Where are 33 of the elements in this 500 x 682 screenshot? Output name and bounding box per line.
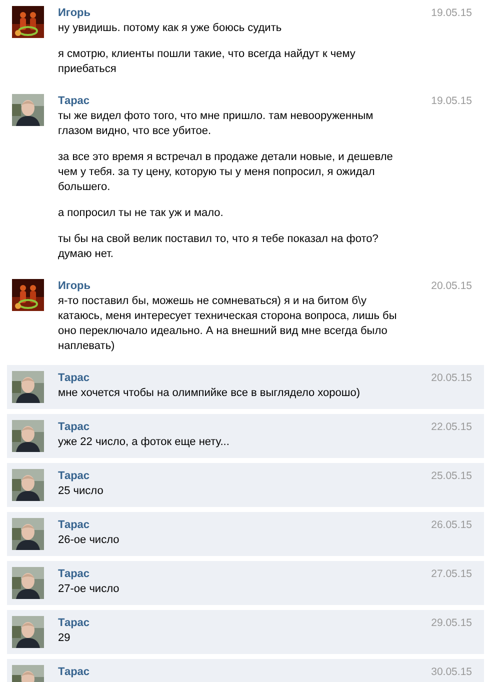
message-date: 26.05.15: [431, 518, 472, 533]
message-date: 20.05.15: [431, 279, 472, 294]
message-text: 27-ое число: [58, 582, 120, 597]
message-text: ну увидишь. потому как я уже боюсь судить: [58, 21, 283, 36]
author-name[interactable]: Тарас: [58, 469, 90, 484]
message-text: а попросил ты не так уж и мало.: [58, 206, 224, 221]
author-name[interactable]: Тарас: [58, 420, 90, 435]
message-date: 27.05.15: [431, 567, 472, 582]
message-date: 19.05.15: [431, 6, 472, 21]
message-date: 25.05.15: [431, 469, 472, 484]
author-name[interactable]: Тарас: [58, 616, 90, 631]
author-name[interactable]: Тарас: [58, 518, 90, 533]
message-text: 26-ое число: [58, 533, 120, 548]
message-text: 25 число: [58, 484, 104, 499]
message-text: я-то поставил бы, можешь не сомневаться) я и на битом б\у катаюсь, меня интересует техническая сторона вопроса, лишь бы оно переключало идеально. А на внешний вид мне всегда было наплевать): [58, 294, 398, 354]
message-text: за все это время я встречал в продаже детали новые, и дешевле чем у тебя. за ту цену, которую ты у меня попросил, я ожидал большего.: [58, 150, 394, 195]
message-date: 22.05.15: [431, 420, 472, 435]
message-date: 20.05.15: [431, 371, 472, 386]
message-text: ты же видел фото того, что мне пришло. там невооруженным глазом видно, что все убитое.: [58, 109, 374, 139]
message-text: мне хочется чтобы на олимпийке все в выглядело хорошо): [58, 386, 362, 401]
author-name[interactable]: Игорь: [58, 279, 91, 294]
message-text: ты бы на свой велик поставил то, что я тебе показал на фото? думаю нет.: [58, 232, 380, 262]
message-date: 19.05.15: [431, 94, 472, 109]
author-name[interactable]: Тарас: [58, 94, 90, 109]
message-text: уже 22 число, а фоток еще нету...: [58, 435, 230, 450]
author-name[interactable]: Тарас: [58, 371, 90, 386]
message-text: 29: [58, 631, 72, 646]
message-date: 30.05.15: [431, 665, 472, 680]
author-name[interactable]: Тарас: [58, 567, 90, 582]
message-text: я смотрю, клиенты пошли такие, что всегда найдут к чему приебаться: [58, 47, 356, 77]
message-date: 29.05.15: [431, 616, 472, 631]
author-name[interactable]: Тарас: [58, 665, 90, 680]
author-name[interactable]: Игорь: [58, 6, 91, 21]
